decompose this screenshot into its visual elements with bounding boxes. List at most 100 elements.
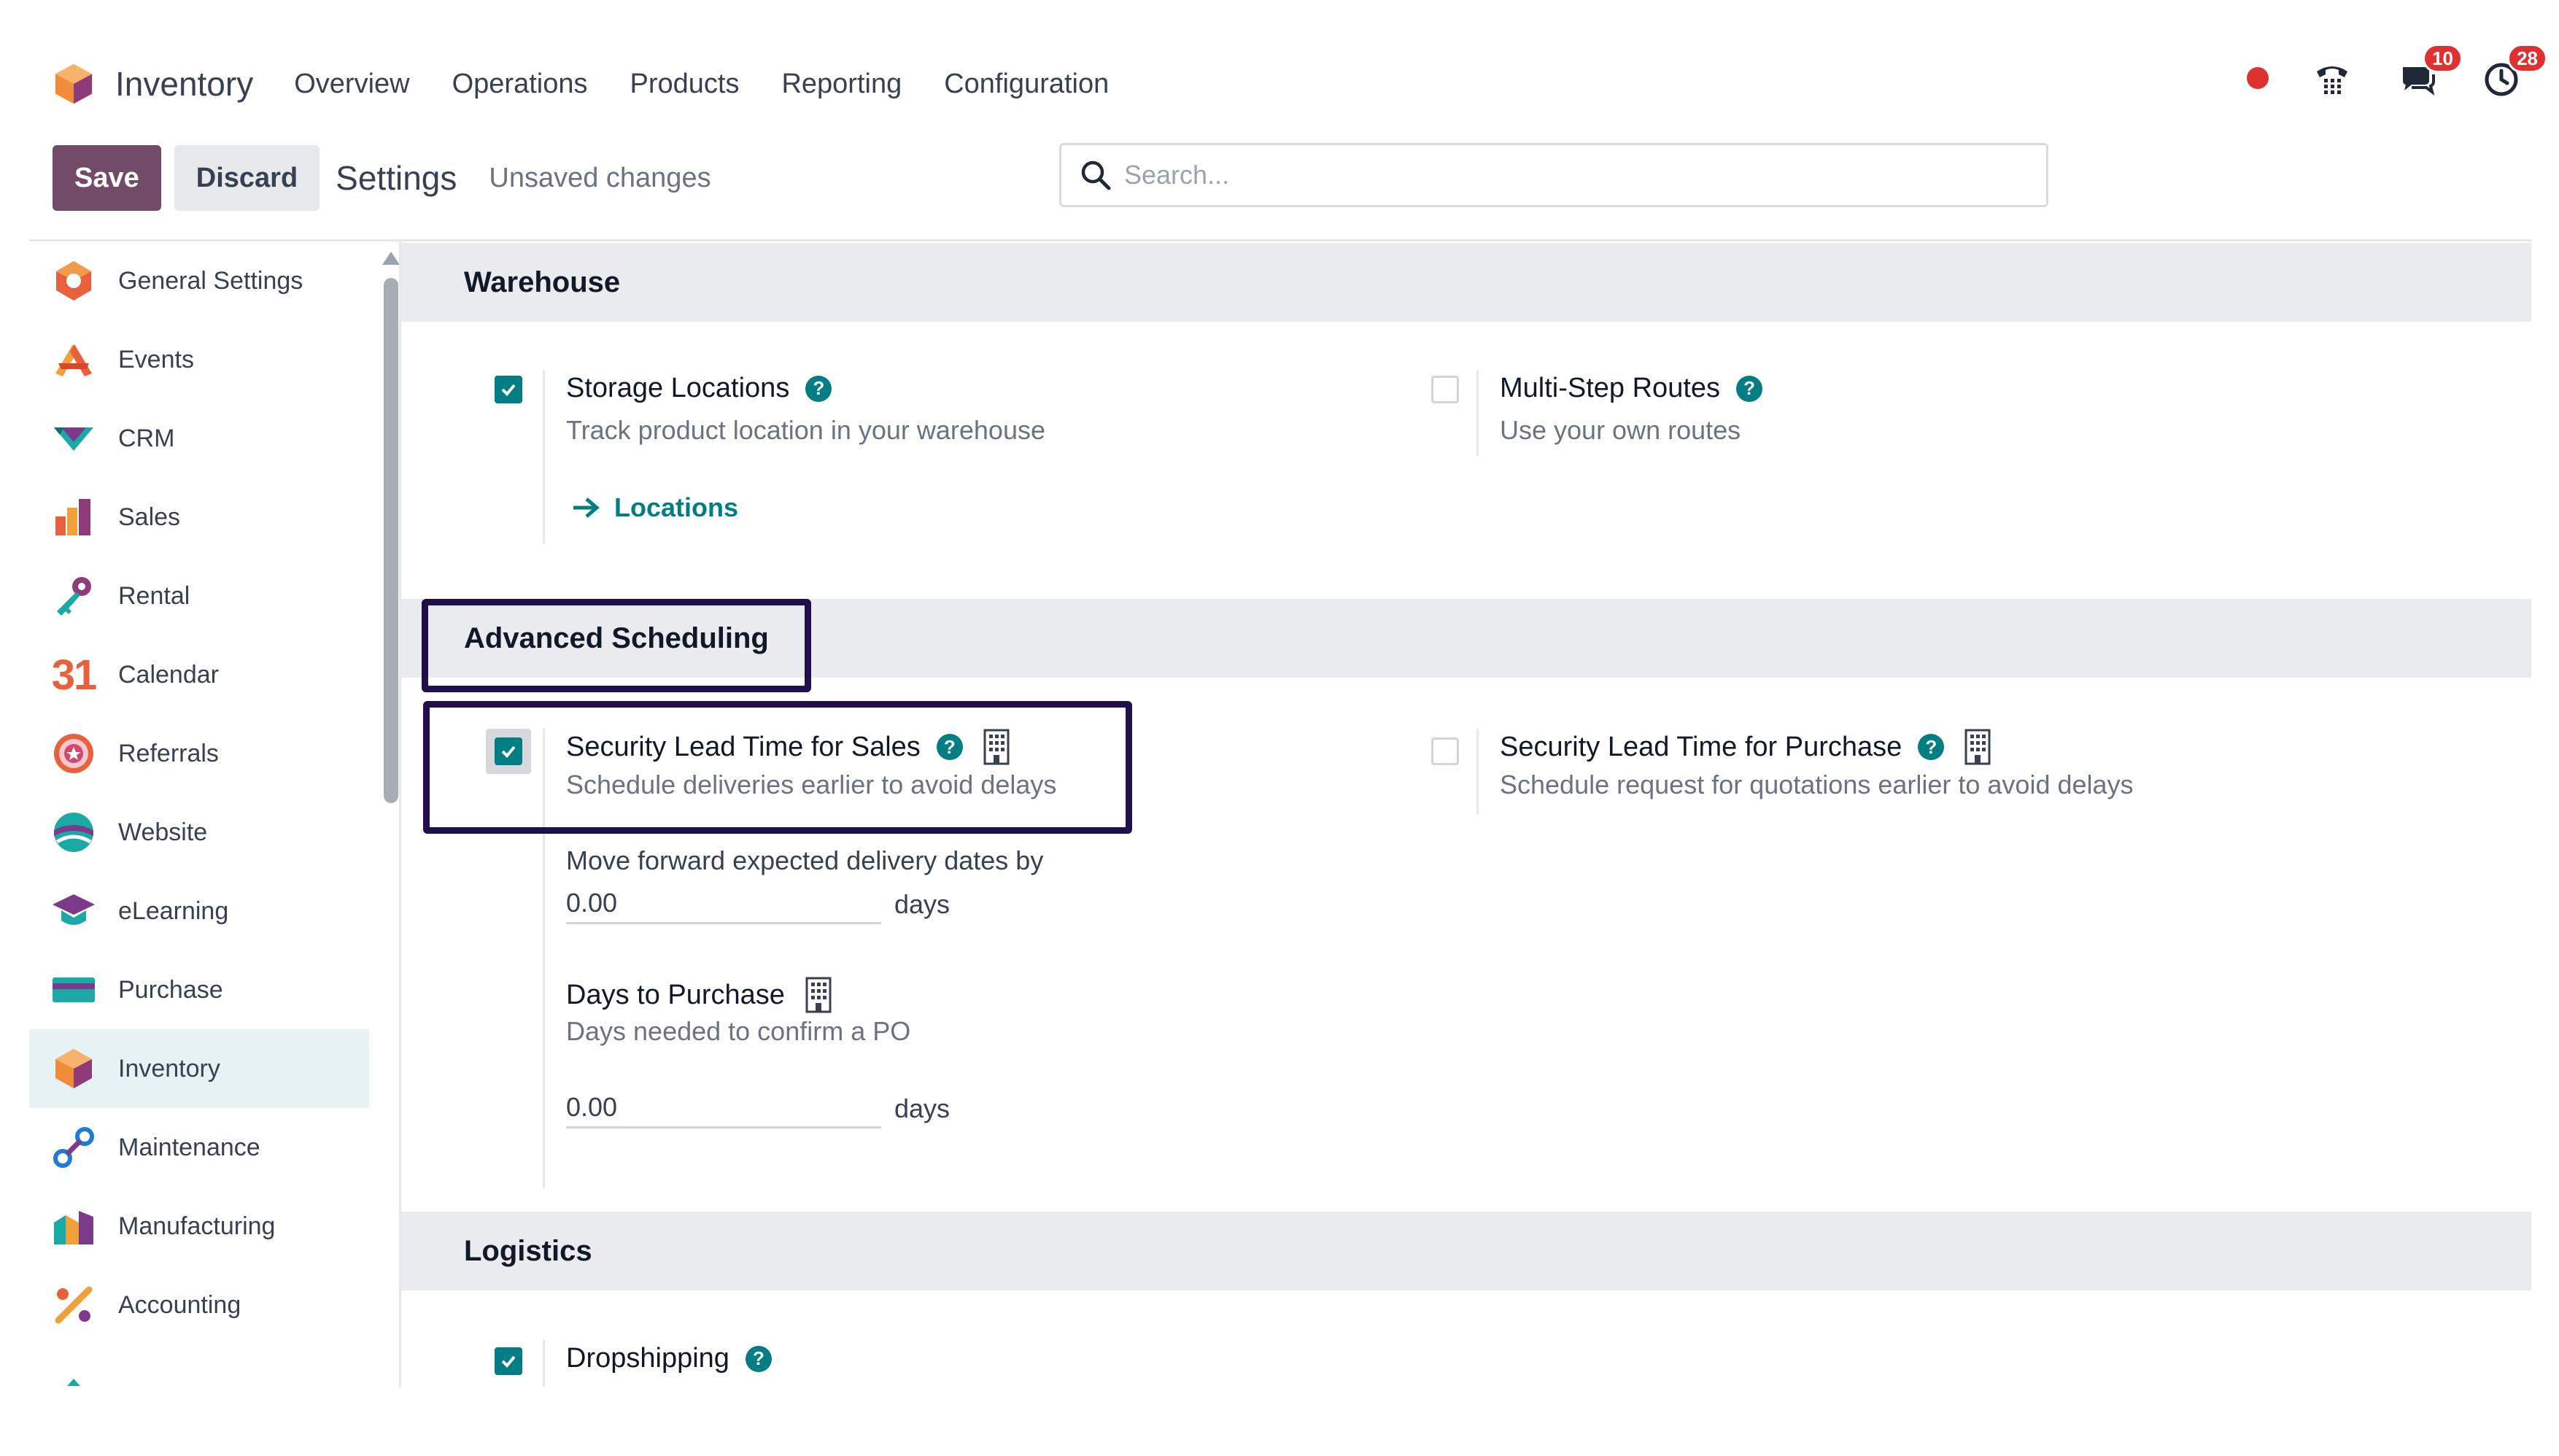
- menu-reporting[interactable]: Reporting: [781, 69, 902, 100]
- section-title: Logistics: [464, 1234, 592, 1267]
- search-input[interactable]: [1124, 160, 1999, 190]
- website-icon: [51, 810, 96, 855]
- sidebar-item-referrals[interactable]: Referrals: [29, 714, 369, 793]
- sidebar-item-label: CRM: [118, 424, 175, 452]
- menu-products[interactable]: Products: [630, 69, 739, 100]
- arrow-right-icon: [573, 497, 600, 518]
- activities-clock-icon[interactable]: 28: [2480, 44, 2547, 99]
- search-icon: [1081, 160, 1111, 190]
- security-lead-time-sales-checkbox[interactable]: [495, 737, 522, 765]
- sidebar-item-label: General Settings: [118, 266, 303, 295]
- setting-divider: [543, 370, 545, 543]
- setting-label: Storage Locations: [566, 373, 790, 403]
- locations-link[interactable]: Locations: [572, 492, 738, 523]
- app-name[interactable]: Inventory: [115, 64, 253, 104]
- sidebar-item-calendar[interactable]: 31 Calendar: [29, 635, 369, 714]
- messages-icon[interactable]: 10: [2396, 44, 2463, 99]
- rental-icon: [51, 573, 96, 619]
- menu-operations[interactable]: Operations: [452, 69, 588, 100]
- sidebar-item-label: Maintenance: [118, 1133, 260, 1161]
- sidebar-item-purchase[interactable]: Purchase: [29, 950, 369, 1029]
- elearning-icon: [51, 888, 96, 934]
- security-lead-time-purchase-checkbox[interactable]: [1431, 737, 1459, 765]
- menu-overview[interactable]: Overview: [294, 69, 409, 100]
- days-unit-label: days: [894, 889, 951, 919]
- scrollbar-thumb[interactable]: [384, 278, 398, 803]
- setting-divider: [1476, 729, 1479, 815]
- sidebar-item-general-settings[interactable]: General Settings: [29, 241, 369, 320]
- sidebar-item-manufacturing[interactable]: Manufacturing: [29, 1187, 369, 1266]
- dropshipping-checkbox[interactable]: [495, 1347, 522, 1375]
- days-to-purchase-title: Days to Purchase: [566, 977, 833, 1013]
- menu-configuration[interactable]: Configuration: [944, 69, 1109, 100]
- sidebar-item-label: Inventory: [118, 1054, 220, 1083]
- setting-divider: [1476, 370, 1479, 456]
- unsaved-status: Unsaved changes: [489, 162, 711, 193]
- help-icon[interactable]: ?: [745, 1345, 772, 1372]
- purchase-icon: [51, 967, 96, 1012]
- search-bar[interactable]: [1059, 143, 2048, 207]
- company-building-icon: [1963, 729, 1992, 765]
- settings-content: Warehouse Storage Locations ? Track prod…: [401, 241, 2531, 1387]
- multi-step-routes-desc: Use your own routes: [1500, 415, 1741, 445]
- sidebar-item-sales[interactable]: Sales: [29, 478, 369, 557]
- sidebar-item-crm[interactable]: CRM: [29, 399, 369, 478]
- help-icon[interactable]: ?: [805, 375, 832, 402]
- page-title: Settings: [336, 159, 457, 197]
- sidebar-item-inventory[interactable]: Inventory: [29, 1029, 369, 1108]
- sidebar-item-maintenance[interactable]: Maintenance: [29, 1108, 369, 1187]
- move-forward-label: Move forward expected delivery dates by: [566, 845, 1044, 875]
- settings-sidebar: General Settings Events CRM Sales Rental…: [29, 241, 401, 1387]
- maintenance-icon: [51, 1125, 96, 1170]
- inventory-icon: [51, 1046, 96, 1091]
- sidebar-item-accounting[interactable]: Accounting: [29, 1266, 369, 1344]
- security-lead-time-sales-desc: Schedule deliveries earlier to avoid del…: [566, 770, 1057, 799]
- accounting-icon: [51, 1282, 96, 1328]
- sidebar-item-label: Purchase: [118, 975, 223, 1004]
- sidebar-item-label: Accounting: [118, 1290, 241, 1319]
- sidebar-item-label: Calendar: [118, 660, 219, 689]
- help-icon[interactable]: ?: [1918, 734, 1945, 760]
- days-unit-label: days: [894, 1093, 951, 1123]
- sidebar-item-elearning[interactable]: eLearning: [29, 872, 369, 950]
- crm-icon: [51, 416, 96, 461]
- phone-icon[interactable]: [2311, 57, 2353, 99]
- lead-time-sales-days-input[interactable]: [566, 883, 881, 924]
- section-advanced-scheduling-header: Advanced Scheduling: [401, 599, 2531, 678]
- check-icon: [501, 1355, 516, 1368]
- security-lead-time-purchase-title: Security Lead Time for Purchase ?: [1500, 729, 1992, 765]
- inventory-app-icon[interactable]: [53, 63, 95, 105]
- manufacturing-icon: [51, 1204, 96, 1249]
- section-title: Warehouse: [464, 266, 621, 298]
- activities-badge: 28: [2507, 44, 2547, 73]
- setting-label: Dropshipping: [566, 1343, 729, 1374]
- recording-indicator-icon[interactable]: [2247, 67, 2269, 89]
- dropshipping-title: Dropshipping ?: [566, 1343, 772, 1374]
- setting-divider: [543, 1340, 545, 1387]
- sidebar-item-more[interactable]: [29, 1344, 369, 1387]
- sidebar-item-label: Events: [118, 345, 194, 373]
- help-icon[interactable]: ?: [1736, 375, 1763, 402]
- security-lead-time-purchase-desc: Schedule request for quotations earlier …: [1500, 770, 2134, 799]
- save-button[interactable]: Save: [53, 145, 161, 211]
- days-to-purchase-input[interactable]: [566, 1088, 881, 1128]
- storage-locations-title: Storage Locations ?: [566, 373, 832, 404]
- sidebar-item-label: Website: [118, 818, 208, 846]
- sidebar-item-events[interactable]: Events: [29, 320, 369, 399]
- help-icon[interactable]: ?: [936, 734, 963, 760]
- discard-button[interactable]: Discard: [174, 145, 320, 211]
- sidebar-item-label: Sales: [118, 503, 181, 531]
- scroll-up-arrow-icon[interactable]: [382, 252, 399, 265]
- general-settings-icon: [51, 258, 96, 303]
- multi-step-routes-checkbox[interactable]: [1431, 376, 1459, 403]
- top-navbar: Inventory Overview Operations Products R…: [29, 36, 2547, 131]
- sidebar-item-website[interactable]: Website: [29, 793, 369, 872]
- storage-locations-desc: Track product location in your warehouse: [566, 415, 1045, 445]
- sidebar-scrollbar[interactable]: [372, 241, 399, 1387]
- company-building-icon: [982, 729, 1011, 765]
- check-icon: [501, 746, 516, 758]
- sidebar-item-label: Rental: [118, 581, 190, 610]
- sidebar-item-rental[interactable]: Rental: [29, 557, 369, 635]
- storage-locations-checkbox[interactable]: [495, 376, 522, 403]
- setting-divider: [543, 729, 545, 1188]
